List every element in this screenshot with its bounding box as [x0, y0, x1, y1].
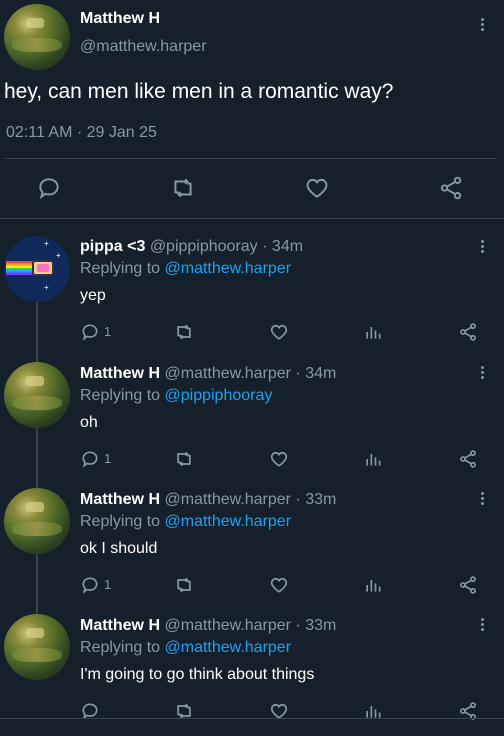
main-tweet: Matthew H @matthew.harper hey, can men l… [0, 0, 504, 220]
reply-author-handle[interactable]: @matthew.harper [164, 365, 291, 382]
analytics-icon[interactable] [363, 449, 383, 469]
author-avatar[interactable] [4, 4, 70, 70]
reply-text: oh [80, 414, 98, 431]
tweet-text: hey, can men like men in a romantic way? [4, 80, 394, 103]
star-icon: + [44, 283, 49, 292]
more-options-icon[interactable] [472, 16, 492, 36]
like-icon[interactable] [269, 575, 289, 595]
analytics-icon[interactable] [363, 575, 383, 595]
reply-author-name[interactable]: Matthew H [80, 491, 160, 508]
author-avatar[interactable] [4, 488, 70, 554]
tweet-timestamp[interactable]: 02:11 AM · 29 Jan 25 [6, 124, 157, 142]
like-icon[interactable] [269, 322, 289, 342]
more-options-icon[interactable] [472, 364, 492, 384]
replying-to-prefix: Replying to [80, 513, 165, 530]
reply-meta: pippa <3 @pippiphooray · 34m [80, 238, 303, 256]
replying-to-link[interactable]: @matthew.harper [165, 260, 292, 277]
reply-author-name[interactable]: Matthew H [80, 365, 160, 382]
reply-meta: Matthew H @matthew.harper · 33m [80, 491, 336, 509]
reply-text: yep [80, 287, 106, 304]
reply-author-handle[interactable]: @matthew.harper [164, 617, 291, 634]
more-options-icon[interactable] [472, 490, 492, 510]
reply-tweet[interactable]: Matthew H @matthew.harper · 33m Replying… [0, 488, 504, 614]
reply-icon[interactable] [80, 575, 100, 595]
replying-to-prefix: Replying to [80, 639, 165, 656]
replying-to-prefix: Replying to [80, 387, 165, 404]
reply-count: 1 [104, 577, 112, 592]
share-icon[interactable] [458, 449, 478, 469]
divider [4, 158, 496, 159]
like-icon[interactable] [304, 175, 330, 201]
reply-icon[interactable] [80, 449, 100, 469]
reply-age: · 34m [262, 238, 304, 255]
reply-tweet[interactable]: Matthew H @matthew.harper · 34m Replying… [0, 362, 504, 488]
replying-to: Replying to @matthew.harper [80, 639, 291, 657]
share-icon[interactable] [458, 575, 478, 595]
reply-author-name[interactable]: Matthew H [80, 617, 160, 634]
replying-to-link[interactable]: @matthew.harper [165, 639, 292, 656]
share-icon[interactable] [458, 322, 478, 342]
nyan-cat-avatar[interactable]: + + + [4, 236, 70, 302]
retweet-icon[interactable] [174, 575, 194, 595]
reply-tweet[interactable]: Matthew H @matthew.harper · 33m Replying… [0, 614, 504, 736]
reply-meta: Matthew H @matthew.harper · 33m [80, 617, 336, 635]
replying-to-prefix: Replying to [80, 260, 165, 277]
retweet-icon[interactable] [174, 322, 194, 342]
more-options-icon[interactable] [472, 238, 492, 258]
reply-author-handle[interactable]: @matthew.harper [164, 491, 291, 508]
divider [0, 718, 504, 719]
like-icon[interactable] [269, 449, 289, 469]
replying-to: Replying to @matthew.harper [80, 513, 291, 531]
reply-count: 1 [104, 451, 112, 466]
divider [0, 218, 504, 219]
reply-icon[interactable] [80, 322, 100, 342]
reply-age: · 33m [295, 491, 337, 508]
reply-text: ok I should [80, 540, 158, 557]
reply-age: · 34m [295, 365, 337, 382]
star-icon: + [56, 251, 61, 260]
reply-count: 1 [104, 324, 112, 339]
reply-text: I'm going to go think about things [80, 666, 315, 683]
analytics-icon[interactable] [363, 322, 383, 342]
retweet-icon[interactable] [170, 175, 196, 201]
replying-to: Replying to @matthew.harper [80, 260, 291, 278]
retweet-icon[interactable] [174, 449, 194, 469]
replying-to: Replying to @pippiphooray [80, 387, 272, 405]
reply-icon[interactable] [36, 175, 62, 201]
replying-to-link[interactable]: @pippiphooray [165, 387, 273, 404]
reply-author-handle[interactable]: @pippiphooray [150, 238, 258, 255]
star-icon: + [44, 239, 49, 248]
reply-age: · 33m [295, 617, 337, 634]
share-icon[interactable] [438, 175, 464, 201]
nyan-cat-icon [32, 260, 54, 276]
reply-author-name[interactable]: pippa <3 [80, 238, 145, 255]
author-name[interactable]: Matthew H [80, 10, 160, 28]
reply-meta: Matthew H @matthew.harper · 34m [80, 365, 336, 383]
more-options-icon[interactable] [472, 616, 492, 636]
replying-to-link[interactable]: @matthew.harper [165, 513, 292, 530]
reply-tweet[interactable]: + + + pippa <3 @pippiphooray · 34m Reply… [0, 236, 504, 362]
author-handle[interactable]: @matthew.harper [80, 38, 207, 56]
author-avatar[interactable] [4, 614, 70, 680]
author-avatar[interactable] [4, 362, 70, 428]
